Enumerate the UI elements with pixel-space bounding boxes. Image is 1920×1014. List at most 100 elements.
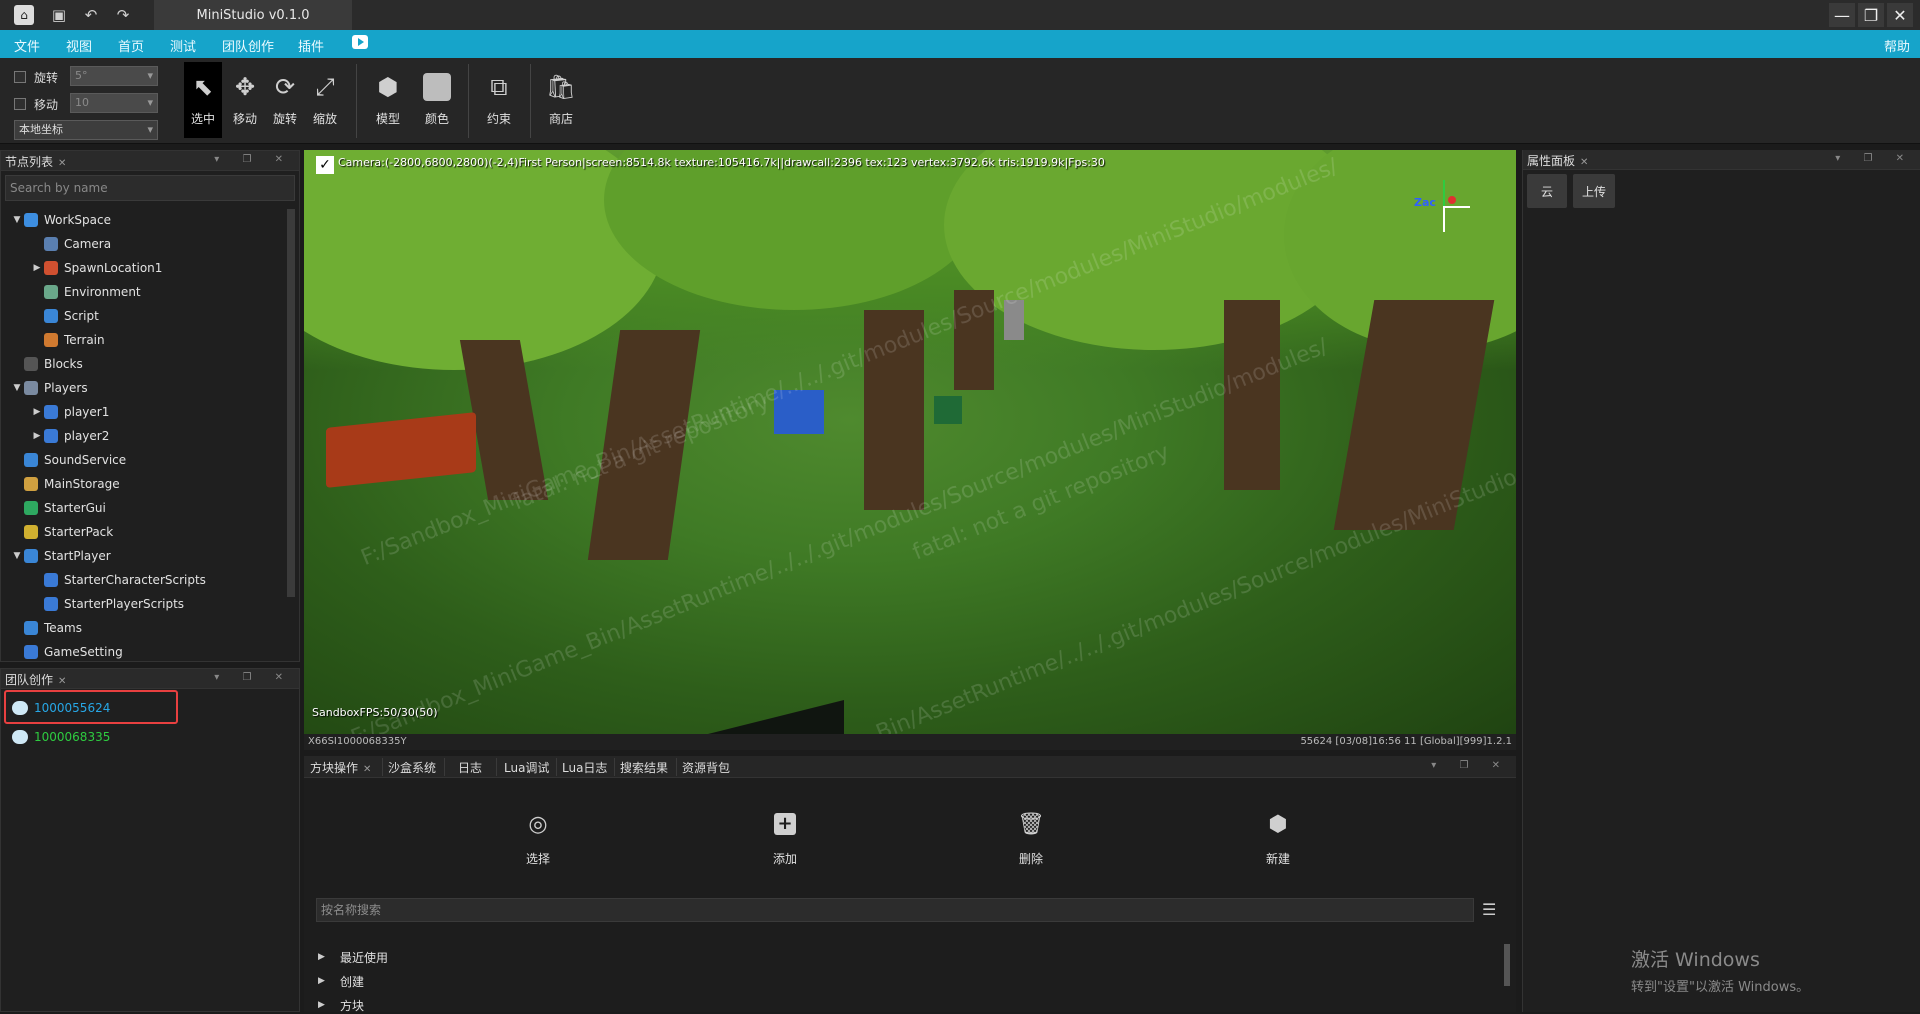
tab-log[interactable]: 日志: [458, 759, 482, 776]
node-type-icon: [44, 261, 58, 275]
menu-home[interactable]: 首页: [118, 36, 144, 55]
tree-node[interactable]: ▼ WorkSpace: [10, 210, 111, 230]
move-snap-checkbox[interactable]: [14, 98, 26, 110]
tab-sandbox-system[interactable]: 沙盒系统: [388, 759, 436, 776]
x-axis-line: [1444, 206, 1470, 208]
tree-node[interactable]: ▼ StartPlayer: [10, 546, 111, 566]
rotate-snap-label: 旋转: [34, 70, 59, 85]
tree-node[interactable]: Environment: [30, 282, 141, 302]
node-list-scrollbar[interactable]: [287, 209, 295, 597]
category-blocks[interactable]: ▶ 方块: [318, 996, 364, 1014]
app-title-tab[interactable]: MiniStudio v0.1.0: [154, 0, 352, 30]
delete-block-button[interactable]: 🗑 删除: [1001, 810, 1061, 867]
node-search-input[interactable]: Search by name: [5, 175, 295, 201]
tab-search-results[interactable]: 搜索结果: [620, 759, 668, 776]
panel-controls[interactable]: ▾ ❐ ✕: [1431, 760, 1510, 771]
overlay-toggle-checkbox[interactable]: ✓: [316, 156, 334, 174]
upload-button[interactable]: 上传: [1573, 174, 1615, 208]
app-logo-icon[interactable]: ⌂: [14, 5, 34, 25]
minimize-icon[interactable]: —: [1829, 3, 1855, 27]
color-button[interactable]: 颜色: [418, 62, 456, 138]
tree-node[interactable]: StarterPlayerScripts: [30, 594, 184, 614]
properties-tab[interactable]: 属性面板 ✕: [1527, 152, 1588, 169]
tab-block-ops[interactable]: 方块操作 ✕: [310, 759, 371, 776]
close-icon[interactable]: ✕: [1887, 3, 1913, 27]
tab-lua-debug[interactable]: Lua调试: [504, 759, 549, 776]
tree-node[interactable]: Camera: [30, 234, 111, 254]
tree-node[interactable]: ▶ player1: [30, 402, 109, 422]
panel-controls[interactable]: ▾ ❐ ✕: [1835, 153, 1914, 164]
tree-node[interactable]: ▶ SpawnLocation1: [30, 258, 162, 278]
save-icon[interactable]: ▣: [48, 5, 70, 25]
tree-node[interactable]: Blocks: [10, 354, 83, 374]
scale-tool-button[interactable]: ⤢ 缩放: [306, 62, 344, 138]
play-icon[interactable]: [352, 35, 368, 49]
axis-gizmo-icon[interactable]: Zac: [1414, 176, 1474, 236]
tree-node[interactable]: Terrain: [30, 330, 105, 350]
tree-node[interactable]: GameSetting: [10, 642, 123, 662]
tree-node[interactable]: ▶ player2: [30, 426, 109, 446]
collapsed-arrow-icon[interactable]: ▶: [30, 407, 44, 417]
scene-viewport[interactable]: F:/Sandbox_MiniGame_Bin/AssetRuntime/../…: [304, 150, 1516, 750]
tree-node[interactable]: StarterGui: [10, 498, 106, 518]
select-tool-button[interactable]: ⬉ 选中: [184, 62, 222, 138]
restore-icon[interactable]: ❐: [1858, 3, 1884, 27]
team-member[interactable]: 1000068335: [12, 727, 110, 747]
add-block-button[interactable]: + 添加: [755, 810, 815, 867]
tree-node[interactable]: Script: [30, 306, 99, 326]
list-menu-icon[interactable]: ☰: [1482, 900, 1496, 919]
expand-arrow-icon: ▶: [318, 1000, 325, 1010]
node-type-icon: [24, 357, 38, 371]
tree-node[interactable]: ▼ Players: [10, 378, 88, 398]
tab-lua-log[interactable]: Lua日志: [562, 759, 607, 776]
close-icon[interactable]: ✕: [58, 158, 66, 169]
tree-node[interactable]: MainStorage: [10, 474, 120, 494]
select-cursor-icon: ⬉: [192, 73, 214, 101]
category-create[interactable]: ▶ 创建: [318, 972, 364, 990]
block-search-input[interactable]: 按名称搜索: [316, 898, 1474, 922]
close-icon[interactable]: ✕: [1580, 157, 1588, 168]
menu-view[interactable]: 视图: [66, 36, 92, 55]
node-list-tab[interactable]: 节点列表 ✕: [5, 153, 66, 170]
panel-controls[interactable]: ▾ ❐ ✕: [214, 672, 293, 683]
undo-icon[interactable]: ↶: [80, 5, 102, 25]
cloud-button[interactable]: 云: [1527, 174, 1567, 208]
menu-plugins[interactable]: 插件: [298, 36, 324, 55]
tree-node[interactable]: Teams: [10, 618, 82, 638]
collapsed-arrow-icon[interactable]: ▶: [30, 263, 44, 273]
tree-node[interactable]: SoundService: [10, 450, 126, 470]
rotate-tool-button[interactable]: ⟳ 旋转: [266, 62, 304, 138]
collapsed-arrow-icon[interactable]: ▶: [30, 431, 44, 441]
menu-team[interactable]: 团队创作: [222, 36, 274, 55]
move-step-select[interactable]: 10: [70, 93, 158, 113]
category-recent[interactable]: ▶ 最近使用: [318, 948, 388, 966]
close-icon[interactable]: ✕: [363, 764, 371, 775]
panel-controls[interactable]: ▾ ❐ ✕: [214, 154, 293, 165]
tree-node-label: player2: [64, 429, 110, 443]
tree-node[interactable]: StarterPack: [10, 522, 113, 542]
store-button[interactable]: 🛍 商店: [542, 62, 580, 138]
tab-resource-bag[interactable]: 资源背包: [682, 759, 730, 776]
block-list-scrollbar[interactable]: [1504, 944, 1510, 986]
menu-help[interactable]: 帮助: [1884, 36, 1910, 55]
tree-node[interactable]: StarterCharacterScripts: [30, 570, 206, 590]
constraint-button[interactable]: ⧉ 约束: [480, 62, 518, 138]
menu-file[interactable]: 文件: [14, 36, 40, 55]
redo-icon[interactable]: ↷: [112, 5, 134, 25]
team-member[interactable]: 1000055624: [12, 698, 110, 718]
coordinate-mode-select[interactable]: 本地坐标: [14, 120, 158, 140]
new-block-button[interactable]: ⬢ 新建: [1248, 810, 1308, 867]
rotate-snap-checkbox[interactable]: [14, 71, 26, 83]
move-tool-button[interactable]: ✥ 移动: [226, 62, 264, 138]
select-block-button[interactable]: ◎ 选择: [508, 810, 568, 867]
team-tab[interactable]: 团队创作 ✕: [5, 671, 66, 688]
y-axis-line: [1443, 180, 1445, 208]
block-ops-panel: [304, 778, 1516, 1012]
expanded-arrow-icon[interactable]: ▼: [10, 215, 24, 225]
expanded-arrow-icon[interactable]: ▼: [10, 383, 24, 393]
menu-test[interactable]: 测试: [170, 36, 196, 55]
close-icon[interactable]: ✕: [58, 676, 66, 687]
expanded-arrow-icon[interactable]: ▼: [10, 551, 24, 561]
model-button[interactable]: ⬢ 模型: [369, 62, 407, 138]
rotate-step-select[interactable]: 5°: [70, 66, 158, 86]
